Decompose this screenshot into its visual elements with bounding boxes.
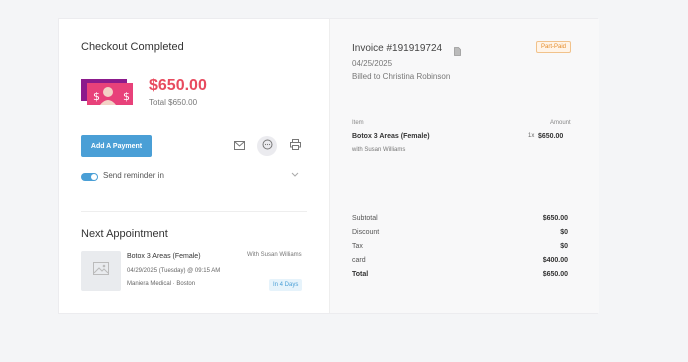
appointment-location: Maniera Medical · Boston [127,281,196,287]
message-button[interactable] [257,136,277,156]
total-value: $650.00 [542,271,568,278]
email-button[interactable] [229,136,249,156]
add-payment-button[interactable]: Add A Payment [81,135,152,157]
next-appointment-title: Next Appointment [81,228,168,240]
image-icon [93,262,109,280]
checkout-total: Total $650.00 [149,98,198,107]
print-button[interactable] [285,136,305,156]
billed-to: Billed to Christina Robinson [352,72,451,81]
reminder-toggle[interactable] [81,173,98,181]
checkout-card: Checkout Completed $ $ $650.00 Total $65… [58,18,599,314]
section-divider [81,211,307,212]
message-icon [262,137,273,155]
invoice-panel: Invoice #191919724 Part-Paid 04/25/2025 … [329,19,599,313]
checkout-amount: $650.00 [149,77,207,94]
payment-card-value: $400.00 [542,257,568,264]
invoice-title: Invoice #191919724 [352,43,443,54]
discount-label: Discount [352,229,380,236]
subtotal-value: $650.00 [542,215,568,222]
appointment-provider: With Susan Williams [247,252,302,258]
subtotal-label: Subtotal [352,215,378,222]
line-item-provider: with Susan Williams [352,147,406,153]
mail-icon [233,137,245,155]
payment-card-label: card [352,257,366,264]
status-badge: Part-Paid [536,41,572,53]
column-header-item: Item [352,120,364,126]
line-item-amount: $650.00 [538,133,564,140]
total-label: Total [352,271,369,278]
line-item-name: Botox 3 Areas (Female) [352,133,430,140]
document-icon[interactable] [454,43,461,61]
chevron-down-icon[interactable] [291,171,299,180]
svg-text:$: $ [93,90,100,103]
appointment-datetime: 04/29/2025 (Tuesday) @ 09:15 AM [127,268,221,274]
checkout-panel: Checkout Completed $ $ $650.00 Total $65… [59,19,329,313]
appointment-service[interactable]: Botox 3 Areas (Female) [127,253,201,260]
discount-value: $0 [560,229,568,236]
checkout-title: Checkout Completed [81,41,184,53]
days-badge: In 4 Days [269,279,303,291]
line-item-qty: 1x [528,133,535,139]
svg-text:$: $ [123,90,130,103]
column-header-amount: Amount [550,120,571,126]
tax-label: Tax [352,243,363,250]
money-icon: $ $ [81,77,133,107]
appointment-thumbnail [81,251,121,291]
tax-value: $0 [560,243,568,250]
invoice-date: 04/25/2025 [352,59,393,68]
reminder-label: Send reminder in [103,171,164,180]
print-icon [289,137,301,155]
